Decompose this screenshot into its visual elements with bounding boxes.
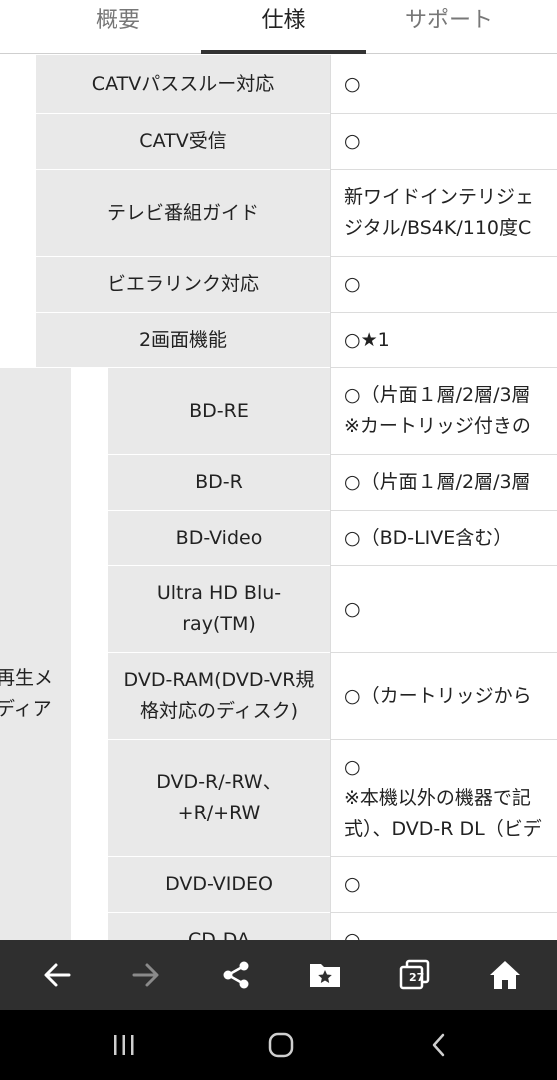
spec-row: BD-Video ○（BD-LIVE含む） — [36, 511, 557, 566]
recent-apps-button[interactable] — [89, 1010, 159, 1080]
spec-value: ○（BD-LIVE含む） — [330, 511, 557, 566]
spec-label: DVD-R/-RW、 +R/+RW — [108, 740, 330, 857]
home-nav-button[interactable] — [246, 1010, 316, 1080]
share-button[interactable] — [206, 940, 266, 1010]
spec-table: CATVパススルー対応 ○ CATV受信 ○ テレビ番組ガイド 新ワイドインテリ… — [0, 55, 557, 940]
spec-label: DVD-VIDEO — [108, 857, 330, 913]
bookmarks-button[interactable] — [295, 940, 355, 1010]
spec-row: CATVパススルー対応 ○ — [36, 55, 557, 114]
spec-row: ビエラリンク対応 ○ — [36, 257, 557, 313]
spec-row: CATV受信 ○ — [36, 114, 557, 170]
spec-value: ○ — [330, 566, 557, 653]
forward-button[interactable] — [116, 940, 176, 1010]
spec-value: ○★1 — [330, 313, 557, 368]
home-icon — [490, 961, 520, 989]
spec-label: 2画面機能 — [36, 313, 330, 368]
recent-apps-icon — [114, 1035, 134, 1055]
spec-label: Ultra HD Blu- ray(TM) — [108, 566, 330, 653]
spec-label: ビエラリンク対応 — [36, 257, 330, 313]
spec-label: CATV受信 — [36, 114, 330, 170]
tab-overview[interactable]: 概要 — [36, 0, 200, 54]
tabs-button[interactable]: 27 — [385, 940, 445, 1010]
spec-row: CD-DA ○ — [36, 913, 557, 940]
share-icon — [223, 961, 249, 989]
bookmarks-icon — [310, 964, 340, 987]
spec-label: CATVパススルー対応 — [36, 55, 330, 114]
tab-specs[interactable]: 仕様 — [201, 0, 366, 54]
active-tab-indicator — [201, 50, 366, 54]
system-nav-bar — [0, 1010, 557, 1080]
tab-count: 27 — [409, 971, 425, 984]
browser-toolbar: 27 — [0, 940, 557, 1010]
spec-row: DVD-VIDEO ○ — [36, 857, 557, 913]
spec-value: ○ — [330, 114, 557, 170]
spec-value: ○ — [330, 257, 557, 313]
home-nav-icon — [268, 1032, 294, 1058]
tab-bar: 概要 仕様 サポート — [0, 0, 557, 54]
spec-label: テレビ番組ガイド — [36, 170, 330, 257]
tab-support[interactable]: サポート — [367, 0, 531, 54]
spec-value: ○ — [330, 55, 557, 114]
back-nav-icon — [432, 1033, 445, 1057]
spec-row: DVD-R/-RW、 +R/+RW ○ ※本機以外の機器で記 式）、DVD-R … — [36, 740, 557, 857]
spec-label: BD-Video — [108, 511, 330, 566]
spec-label: DVD-RAM(DVD-VR規 格対応のディスク) — [108, 653, 330, 740]
spec-value: ○（カートリッジから — [330, 653, 557, 740]
spec-label: CD-DA — [108, 913, 330, 940]
forward-icon — [132, 963, 159, 987]
spec-row: BD-R ○（片面１層/2層/3層 — [36, 455, 557, 511]
back-icon — [44, 963, 71, 987]
spec-row: 2画面機能 ○★1 — [36, 313, 557, 368]
spec-label: BD-R — [108, 455, 330, 511]
spec-row: テレビ番組ガイド 新ワイドインテリジェ ジタル/BS4K/110度C — [36, 170, 557, 257]
home-button[interactable] — [475, 940, 535, 1010]
spec-value: ○ — [330, 913, 557, 940]
back-nav-button[interactable] — [404, 1010, 474, 1080]
spec-value: ○ ※本機以外の機器で記 式）、DVD-R DL（ビデ — [330, 740, 557, 857]
spec-value: ○（片面１層/2層/3層 — [330, 455, 557, 511]
spec-row: DVD-RAM(DVD-VR規 格対応のディスク) ○（カートリッジから — [36, 653, 557, 740]
back-button[interactable] — [27, 940, 87, 1010]
spec-row: Ultra HD Blu- ray(TM) ○ — [36, 566, 557, 653]
spec-row: BD-RE ○（片面１層/2層/3層 ※カートリッジ付きの — [36, 368, 557, 455]
spec-value: ○（片面１層/2層/3層 ※カートリッジ付きの — [330, 368, 557, 455]
spec-value: ○ — [330, 857, 557, 913]
spec-label: BD-RE — [108, 368, 330, 455]
spec-value: 新ワイドインテリジェ ジタル/BS4K/110度C — [330, 170, 557, 257]
